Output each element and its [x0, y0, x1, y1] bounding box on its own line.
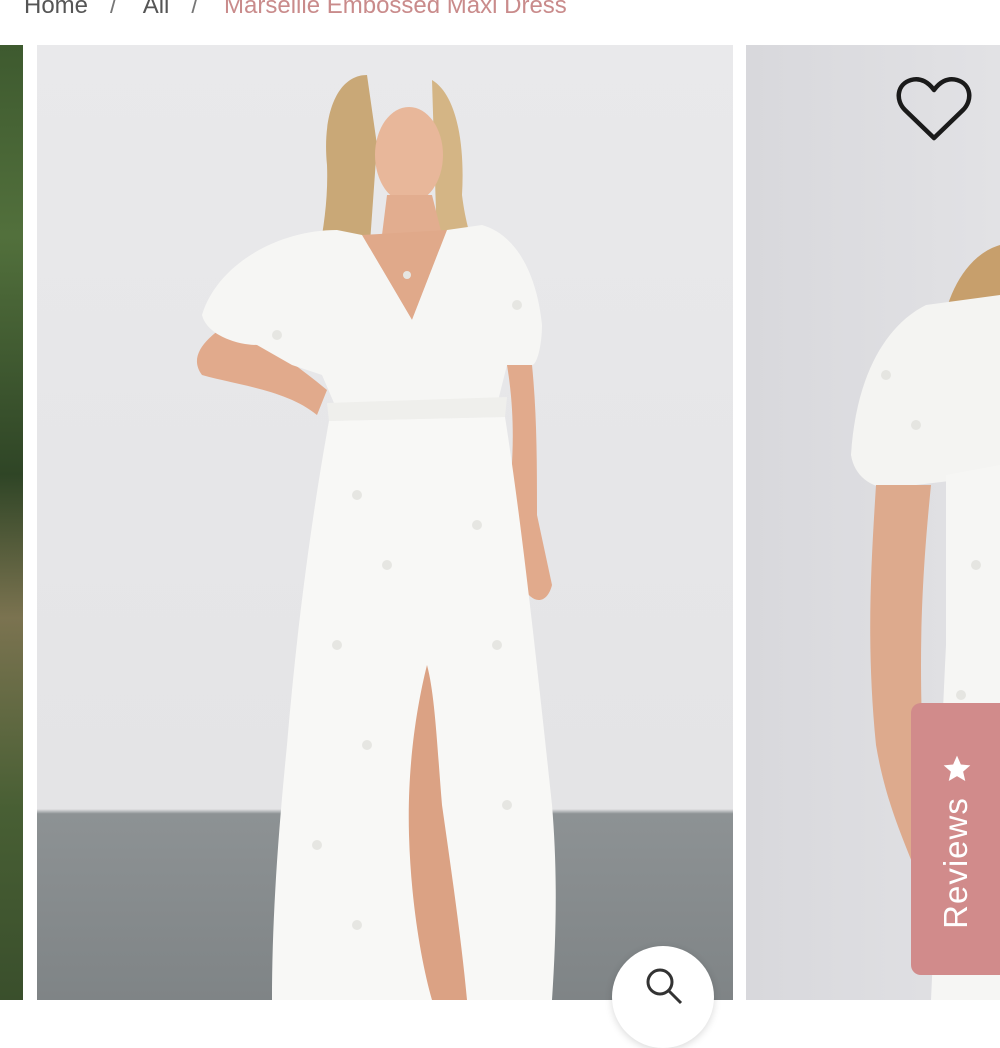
- breadcrumb: Home / All / Marseille Embossed Maxi Dre…: [24, 0, 567, 26]
- breadcrumb-all-link[interactable]: All: [143, 0, 170, 20]
- breadcrumb-current: Marseille Embossed Maxi Dress: [224, 0, 567, 19]
- product-photo: [37, 45, 733, 1000]
- magnifier-icon: [646, 968, 683, 1005]
- breadcrumb-separator: /: [191, 0, 199, 19]
- reviews-tab-label: Reviews: [937, 797, 974, 929]
- breadcrumb-home-link[interactable]: Home: [24, 0, 88, 20]
- heart-icon: [896, 77, 972, 141]
- wishlist-heart-button[interactable]: [893, 72, 975, 146]
- star-icon: [943, 755, 971, 781]
- breadcrumb-separator: /: [110, 0, 117, 19]
- previous-product-image[interactable]: [0, 45, 23, 1000]
- reviews-tab[interactable]: Reviews: [911, 703, 1000, 975]
- product-image-gallery[interactable]: [0, 45, 1000, 1000]
- main-product-image[interactable]: [37, 45, 733, 1000]
- zoom-button[interactable]: [612, 946, 714, 1048]
